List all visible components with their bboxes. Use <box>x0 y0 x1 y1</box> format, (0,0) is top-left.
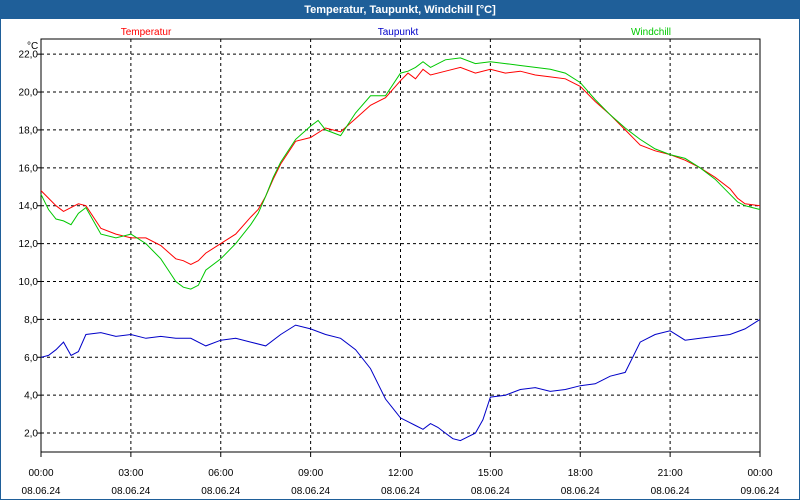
y-tick-label: 12,0 <box>19 239 39 250</box>
x-tick-label-date: 09.06.24 <box>741 486 780 497</box>
x-tick-label-date: 08.06.24 <box>22 486 61 497</box>
y-tick-label: 22,0 <box>19 50 39 61</box>
grid <box>41 39 760 452</box>
y-tick-label: 6,0 <box>24 353 38 364</box>
x-tick-label-time: 15:00 <box>478 468 503 479</box>
legend-item: Windchill <box>631 27 671 38</box>
chart-title: Temperatur, Taupunkt, Windchill [°C] <box>1 1 799 19</box>
y-tick-label: 2,0 <box>24 429 38 440</box>
y-axis-ticks: 2,0 4,0 6,0 8,0 10,0 12,0 14,0 16,0 18,0 20,0 22,0 <box>19 50 41 440</box>
series-line <box>40 318 761 442</box>
x-tick-label-time: 03:00 <box>118 468 143 479</box>
x-tick-label-date: 08.06.24 <box>471 486 510 497</box>
x-tick-label-date: 08.06.24 <box>111 486 150 497</box>
y-tick-label: 16,0 <box>19 163 39 174</box>
y-tick-label: 4,0 <box>24 391 38 402</box>
y-tick-label: 20,0 <box>19 88 39 99</box>
x-tick-label-time: 18:00 <box>568 468 593 479</box>
x-axis-ticks: 00:00 08.06.24 03:00 08.06.24 06:00 08.06.24 0… <box>22 452 780 497</box>
x-tick-label-date: 08.06.24 <box>651 486 690 497</box>
chart-window: Temperatur, Taupunkt, Windchill [°C] °C … <box>0 0 800 500</box>
x-tick-label-date: 08.06.24 <box>381 486 420 497</box>
line-chart: °C 2,04,06,08,010,012,014,016,018,020,02… <box>19 27 780 497</box>
x-tick-label-time: 00:00 <box>747 468 772 479</box>
legend-item: Temperatur <box>121 27 172 38</box>
y-tick-label: 10,0 <box>19 277 39 288</box>
x-tick-label-time: 21:00 <box>658 468 683 479</box>
x-tick-label-time: 06:00 <box>208 468 233 479</box>
x-tick-label-time: 12:00 <box>388 468 413 479</box>
x-tick-label-date: 08.06.24 <box>201 486 240 497</box>
legend: Temperatur Taupunkt Windchill <box>121 27 671 38</box>
y-tick-label: 14,0 <box>19 201 39 212</box>
y-tick-label: 18,0 <box>19 125 39 136</box>
x-tick-label-date: 08.06.24 <box>561 486 600 497</box>
legend-item: Taupunkt <box>378 27 419 38</box>
x-tick-label-time: 09:00 <box>298 468 323 479</box>
y-tick-label: 8,0 <box>24 315 38 326</box>
x-tick-label-time: 00:00 <box>28 468 53 479</box>
x-tick-label-date: 08.06.24 <box>291 486 330 497</box>
